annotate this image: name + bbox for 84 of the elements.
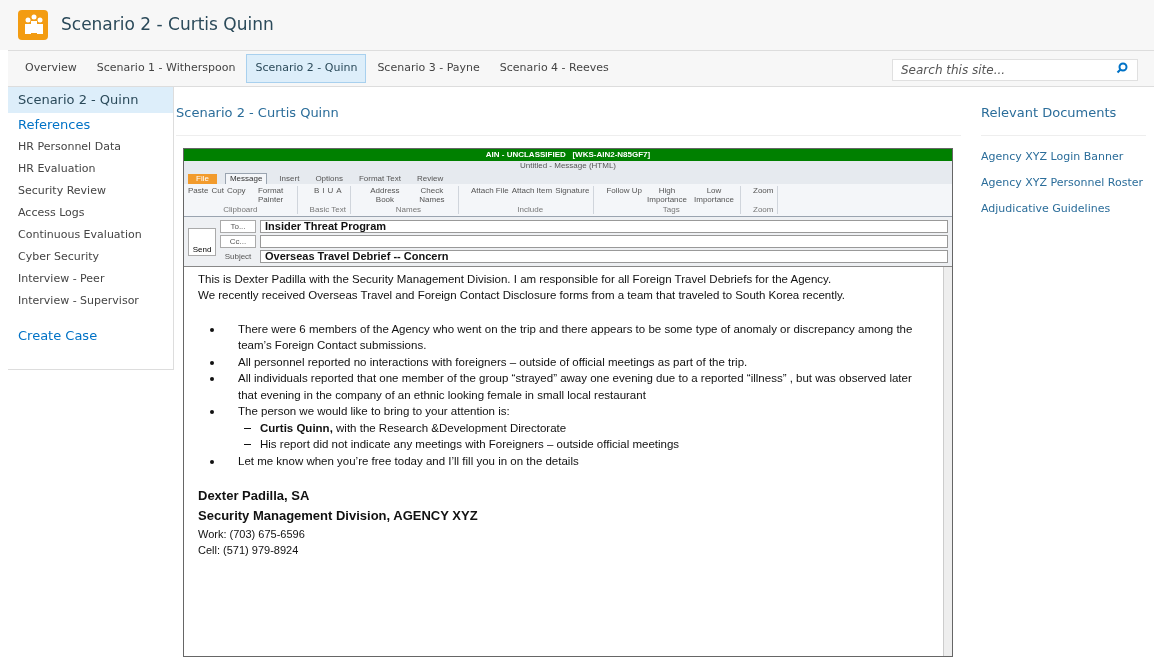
ribbon-group-label: Tags — [662, 204, 680, 214]
ribbon-button[interactable]: B — [313, 185, 320, 195]
relevant-documents-heading: Relevant Documents — [981, 103, 1146, 136]
nav-tab[interactable]: Scenario 4 - Reeves — [490, 54, 618, 83]
nav-tab[interactable]: Scenario 1 - Witherspoon — [87, 54, 245, 83]
body-paragraph: We recently received Overseas Travel and Foreign Contact Disclosure forms from a team that traveled to South Korea recently. — [198, 288, 847, 303]
nav-link[interactable]: Cyber Security — [8, 246, 173, 268]
sub-bullet-text: His report did not indicate any meetings with Foreigners – outside official meetings — [260, 437, 680, 452]
nav-link[interactable]: Continuous Evaluation — [8, 224, 173, 246]
nav-link[interactable]: Security Review — [8, 180, 173, 202]
ribbon-group-label: Basic Text — [309, 204, 346, 214]
site-title: Scenario 2 - Curtis Quinn — [61, 13, 274, 37]
signature-line: Security Management Division, AGENCY XYZ — [198, 507, 479, 525]
signature-line: Work: (703) 675-6596 — [198, 527, 306, 542]
ribbon-button[interactable]: Cut — [211, 185, 224, 195]
ribbon-button[interactable]: Zoom — [753, 185, 774, 195]
bullet-icon — [210, 377, 214, 381]
bullet-text: The person we would like to bring to your attention is: — [238, 404, 510, 419]
ribbon-button[interactable]: A — [336, 185, 342, 195]
address-field[interactable] — [260, 234, 948, 248]
ribbon-button[interactable]: Paste — [188, 185, 209, 195]
field-value: Insider Threat Program — [265, 220, 387, 232]
address-field[interactable]: Overseas Travel Debrief -- Concern — [260, 249, 948, 263]
field-value: Overseas Travel Debrief -- Concern — [265, 250, 449, 262]
ribbon-button[interactable]: Signature — [555, 185, 590, 195]
bullet-icon — [210, 360, 214, 365]
ribbon-button[interactable]: High Importance — [645, 185, 689, 204]
ribbon-button[interactable]: Attach File — [470, 185, 509, 195]
bullet-icon — [210, 410, 214, 414]
bullet-text: All personnel reported no interactions with foreigners – outside of official meetings as part of the trip. — [238, 354, 748, 370]
ribbon-button[interactable]: Check Names — [409, 185, 454, 204]
signature-line: Dexter Padilla, SA — [198, 487, 311, 505]
dash-icon — [244, 444, 251, 445]
search-icon[interactable] — [1116, 61, 1128, 74]
ribbon-group-label: Include — [517, 204, 544, 214]
document-link[interactable]: Agency XYZ Personnel Roster — [981, 169, 1146, 196]
bullet-text: There were 6 members of the Agency who went on the trip and there appears to be some type of anomaly or discrepancy among the team’s Foreign Contact submissions. — [238, 321, 914, 353]
current-page-item[interactable]: Scenario 2 - Quinn — [8, 87, 173, 113]
ribbon-button[interactable]: I — [322, 185, 325, 195]
nav-link[interactable]: Access Logs — [8, 202, 173, 224]
window-title: Untitled - Message (HTML) — [520, 161, 616, 171]
nav-tab[interactable]: Overview — [16, 54, 86, 83]
bullet-text: All individuals reported that one member of the group “strayed” away one evening due to a reported “illness” , but was observed later that evening in the company of an ethnic looking female in small local restaurant — [238, 371, 913, 403]
ribbon-button[interactable]: Attach Item — [511, 185, 553, 195]
nav-link[interactable]: HR Personnel Data — [8, 136, 173, 158]
signature-line: Cell: (571) 979-8924 — [198, 543, 300, 558]
ribbon-button[interactable]: Low Importance — [692, 185, 736, 204]
send-button[interactable]: Send — [188, 227, 216, 256]
address-field[interactable]: Insider Threat Program — [260, 219, 948, 233]
people-logo-icon — [17, 9, 49, 41]
ribbon-group-label: Names — [395, 204, 422, 214]
nav-tab[interactable]: Scenario 3 - Payne — [368, 54, 489, 83]
field-label: Subject — [223, 250, 253, 262]
bullet-icon — [210, 327, 214, 332]
ribbon-button[interactable]: Format Painter — [248, 185, 293, 204]
page-heading: Scenario 2 - Curtis Quinn — [176, 103, 961, 136]
ribbon-group-label: Zoom — [753, 204, 774, 214]
document-link[interactable]: Agency XYZ Login Banner — [981, 143, 1146, 170]
field-label[interactable]: To... — [220, 219, 256, 233]
ribbon-group-label: Clipboard — [223, 204, 258, 214]
ribbon-button[interactable]: Copy — [226, 185, 246, 195]
bullet-icon — [210, 459, 214, 464]
ribbon-tab[interactable]: Options — [311, 173, 347, 184]
dash-icon — [244, 427, 251, 429]
sub-bullet-text: Curtis Quinn, with the Research &Development Directorate — [260, 420, 567, 436]
ribbon-tab[interactable]: Insert — [275, 173, 304, 184]
ribbon-tab[interactable]: Message — [224, 172, 268, 184]
field-label[interactable]: Cc... — [220, 234, 256, 248]
ribbon-tab[interactable]: Format Text — [354, 173, 406, 184]
document-link[interactable]: Adjudicative Guidelines — [981, 195, 1146, 222]
search-field[interactable]: Search this site... — [892, 58, 1138, 81]
ribbon-button[interactable]: U — [327, 185, 334, 195]
nav-link[interactable]: Interview - Peer — [8, 268, 173, 290]
references-heading[interactable]: References — [8, 112, 173, 136]
nav-tab[interactable]: Scenario 2 - Quinn — [246, 54, 367, 83]
body-paragraph: This is Dexter Padilla with the Security Management Division. I am responsible for all Foreign Travel Debriefs for the Agency. — [198, 271, 833, 287]
nav-link[interactable]: Interview - Supervisor — [8, 290, 173, 312]
bullet-text: Let me know when you’re free today and I’ll fill you in on the details — [238, 453, 579, 469]
nav-link[interactable]: HR Evaluation — [8, 158, 173, 180]
ribbon-tab[interactable]: Review — [413, 173, 448, 184]
ribbon-button[interactable]: Follow Up — [606, 185, 642, 195]
ribbon-button[interactable]: Address Book — [362, 185, 407, 204]
banner-text: AIN - UNCLASSIFIED [WKS-AIN2-N85GF7] — [485, 149, 651, 160]
create-case-link[interactable]: Create Case — [8, 326, 173, 346]
